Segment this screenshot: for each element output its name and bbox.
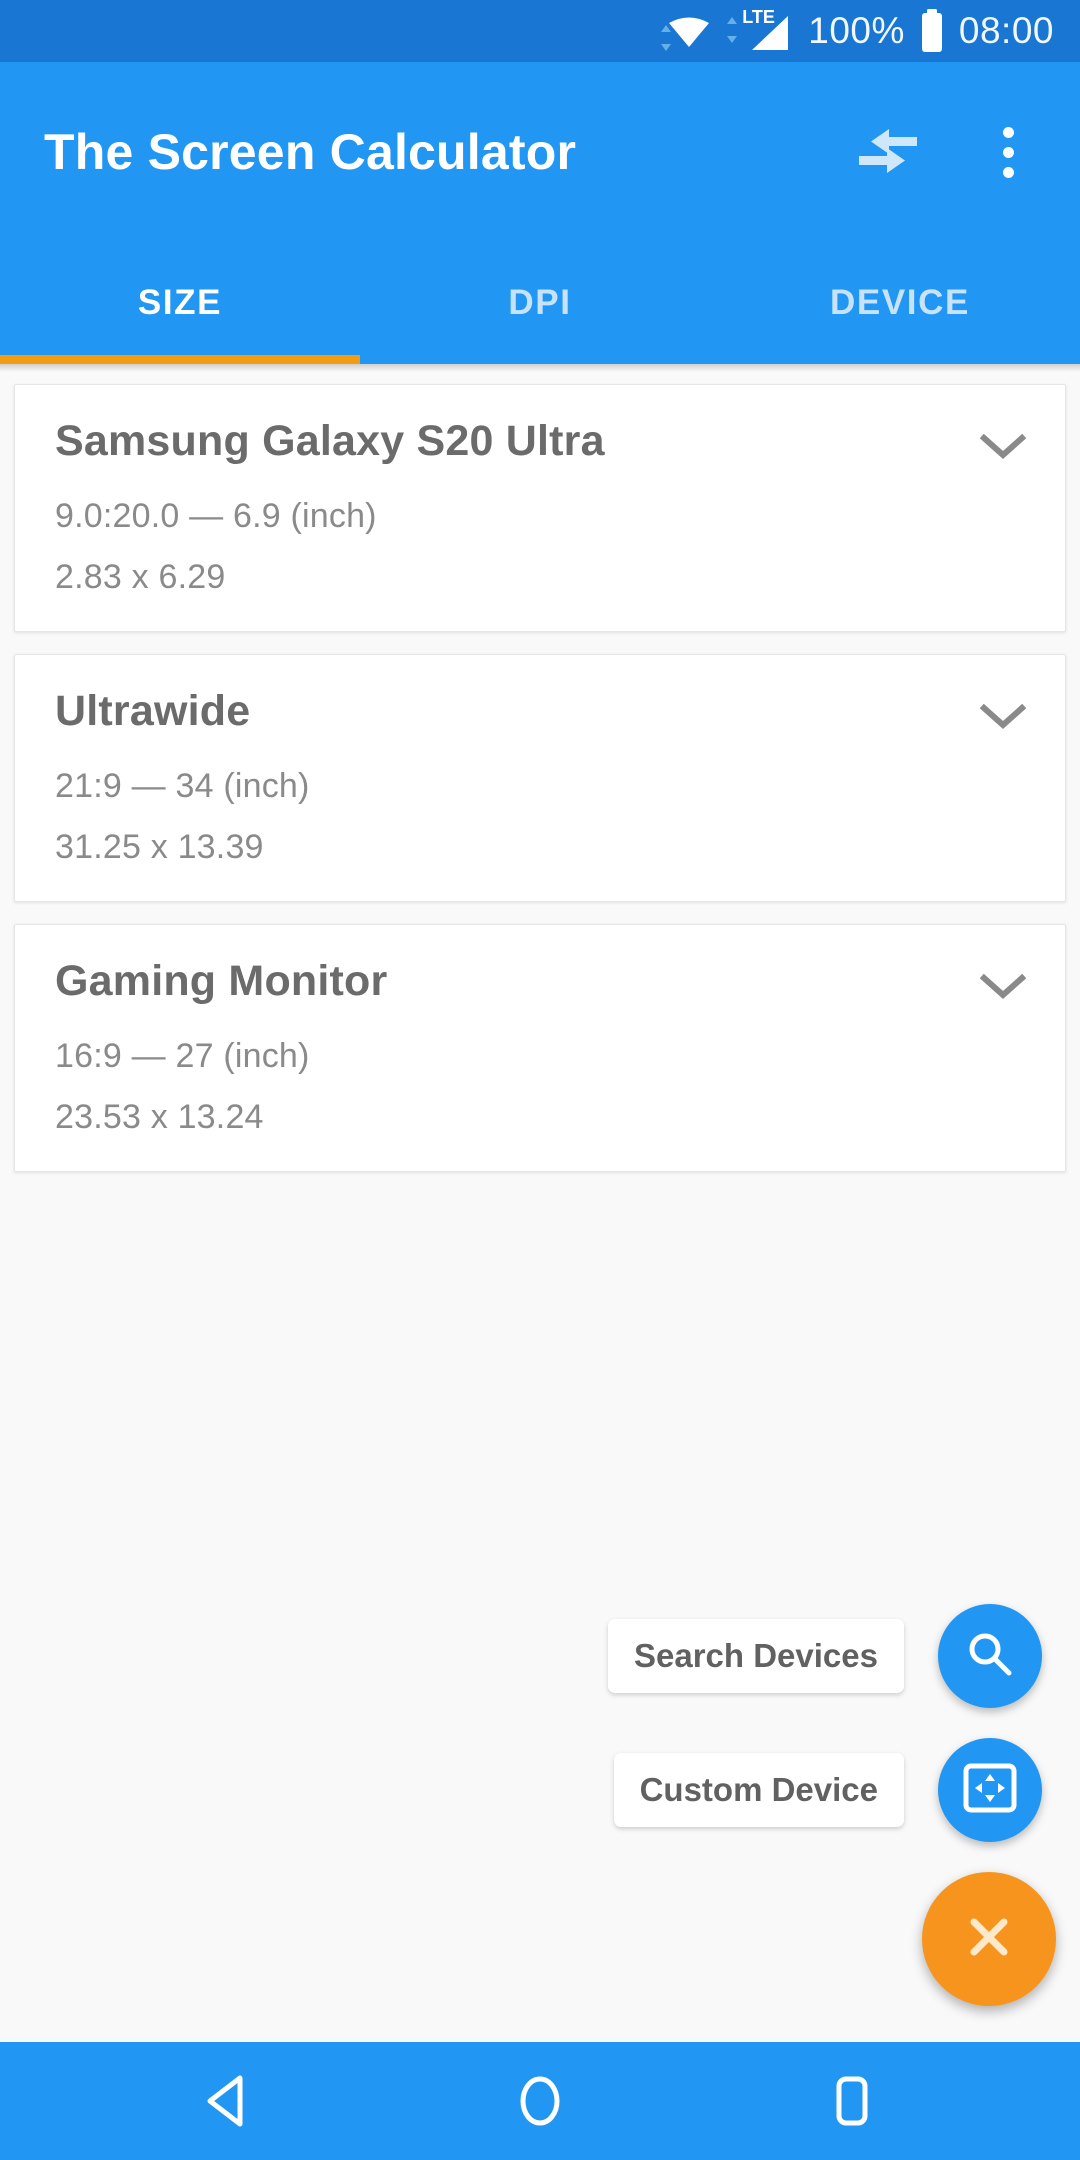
signal-bars-icon: LTE: [726, 7, 794, 52]
system-navigation-bar: [0, 2042, 1080, 2160]
resize-screen-icon: [962, 1762, 1018, 1819]
tab-dpi[interactable]: DPI: [360, 242, 720, 364]
card-header: Samsung Galaxy S20 Ultra: [55, 415, 1031, 475]
search-devices-label[interactable]: Search Devices: [607, 1619, 904, 1693]
list-item[interactable]: Samsung Galaxy S20 Ultra 9.0:20.0 — 6.9 …: [14, 384, 1066, 632]
back-triangle-icon[interactable]: [178, 2051, 278, 2151]
wifi-icon: [661, 11, 712, 51]
search-devices-button[interactable]: [938, 1604, 1042, 1708]
custom-device-button[interactable]: [938, 1738, 1042, 1842]
device-dimensions: 31.25 x 13.39: [55, 828, 264, 866]
close-icon: [964, 1912, 1014, 1967]
device-dimensions: 2.83 x 6.29: [55, 558, 226, 596]
battery-full-icon: [919, 9, 945, 53]
tab-dpi-label: DPI: [508, 283, 572, 322]
device-ratio: 16:9 — 27 (inch): [55, 1037, 310, 1075]
device-name: Gaming Monitor: [55, 957, 388, 1005]
chevron-down-icon[interactable]: [975, 689, 1031, 745]
status-bar: LTE 100% 08:00: [0, 0, 1080, 62]
search-icon: [964, 1628, 1016, 1685]
custom-device-label[interactable]: Custom Device: [613, 1753, 904, 1827]
card-header: Gaming Monitor: [55, 955, 1031, 1015]
device-dimensions: 23.53 x 13.24: [55, 1098, 264, 1136]
tab-size[interactable]: SIZE: [0, 242, 360, 364]
clock-label: 08:00: [958, 10, 1054, 51]
chevron-down-icon[interactable]: [975, 419, 1031, 475]
list-item[interactable]: Gaming Monitor 16:9 — 27 (inch) 23.53 x …: [14, 924, 1066, 1172]
recents-square-icon[interactable]: [802, 2051, 902, 2151]
tab-bar: SIZE DPI DEVICE: [0, 242, 1080, 364]
speed-dial-action-custom[interactable]: Custom Device: [613, 1738, 1042, 1842]
network-type-label: LTE: [742, 7, 775, 27]
device-ratio: 9.0:20.0 — 6.9 (inch): [55, 497, 377, 535]
speed-dial: Search Devices Custom Device: [607, 1604, 1056, 2006]
device-list: Samsung Galaxy S20 Ultra 9.0:20.0 — 6.9 …: [0, 372, 1080, 2042]
tab-bar-shadow: [0, 364, 1080, 372]
home-circle-icon[interactable]: [490, 2051, 590, 2151]
device-name: Samsung Galaxy S20 Ultra: [55, 417, 605, 465]
tab-size-label: SIZE: [137, 283, 223, 322]
card-header: Ultrawide: [55, 685, 1031, 745]
compare-arrows-icon[interactable]: [846, 110, 930, 194]
list-item[interactable]: Ultrawide 21:9 — 34 (inch) 31.25 x 13.39: [14, 654, 1066, 902]
app-bar: The Screen Calculator: [0, 62, 1080, 242]
speed-dial-action-search[interactable]: Search Devices: [607, 1604, 1042, 1708]
device-name: Ultrawide: [55, 687, 251, 735]
overflow-dots: [1002, 126, 1014, 178]
app-screen: LTE 100% 08:00 The Screen Calculator SIZ…: [0, 0, 1080, 2160]
active-tab-indicator: [0, 355, 360, 364]
page-title: The Screen Calculator: [44, 124, 577, 180]
app-bar-actions: [846, 110, 1050, 194]
speed-dial-main-button[interactable]: [922, 1872, 1056, 2006]
more-vert-icon[interactable]: [966, 110, 1050, 194]
tab-device[interactable]: DEVICE: [720, 242, 1080, 364]
device-ratio: 21:9 — 34 (inch): [55, 767, 310, 805]
chevron-down-icon[interactable]: [975, 959, 1031, 1015]
tab-device-label: DEVICE: [830, 283, 970, 322]
battery-percent-label: 100%: [808, 10, 905, 51]
